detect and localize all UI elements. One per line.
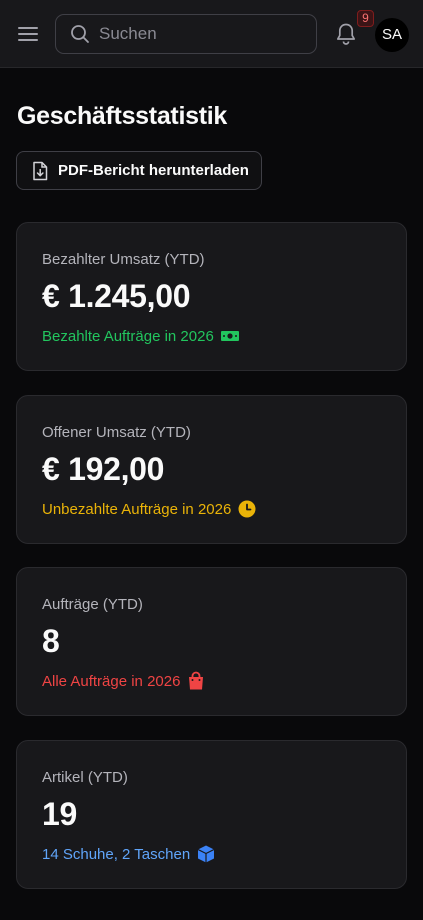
stat-card-label: Artikel (YTD)	[42, 769, 128, 786]
search-icon	[69, 23, 91, 45]
download-pdf-label: PDF-Bericht herunterladen	[58, 162, 249, 179]
stat-card-subtitle: 14 Schuhe, 2 Taschen	[42, 845, 191, 863]
file-download-icon	[31, 161, 49, 181]
stat-card-subtitle-row: Unbezahlte Aufträge in 2026	[42, 499, 257, 519]
clock-icon	[237, 499, 257, 519]
stat-card-open-revenue: Offener Umsatz (YTD) € 192,00 Unbezahlte…	[16, 395, 407, 544]
stat-card-subtitle-row: 14 Schuhe, 2 Taschen	[42, 844, 216, 864]
stat-card-subtitle: Alle Aufträge in 2026	[42, 672, 181, 690]
stat-card-label: Bezahlter Umsatz (YTD)	[42, 251, 205, 268]
stat-card-subtitle: Bezahlte Aufträge in 2026	[42, 327, 214, 345]
download-pdf-button[interactable]: PDF-Bericht herunterladen	[16, 151, 262, 190]
hamburger-menu-icon[interactable]	[14, 20, 42, 48]
stat-card-value: 19	[42, 796, 77, 832]
avatar[interactable]: SA	[375, 18, 409, 52]
bell-icon[interactable]	[332, 20, 360, 48]
stat-card-subtitle-row: Bezahlte Aufträge in 2026	[42, 326, 240, 346]
package-icon	[196, 844, 216, 864]
stat-card-label: Aufträge (YTD)	[42, 596, 143, 613]
stat-card-items: Artikel (YTD) 19 14 Schuhe, 2 Taschen	[16, 740, 407, 889]
stat-card-orders: Aufträge (YTD) 8 Alle Aufträge in 2026	[16, 567, 407, 716]
search-box[interactable]	[55, 14, 317, 54]
stat-card-value: € 1.245,00	[42, 278, 191, 314]
money-icon	[220, 326, 240, 346]
stat-card-paid-revenue: Bezahlter Umsatz (YTD) € 1.245,00 Bezahl…	[16, 222, 407, 371]
stat-card-value: € 192,00	[42, 451, 165, 487]
shopping-bag-icon	[186, 671, 206, 691]
stat-card-subtitle-row: Alle Aufträge in 2026	[42, 671, 206, 691]
top-bar: 9 SA	[0, 0, 423, 68]
page-title: Geschäftsstatistik	[17, 102, 227, 130]
notification-badge: 9	[357, 10, 374, 27]
search-input[interactable]	[99, 24, 299, 44]
stat-card-value: 8	[42, 623, 60, 659]
stat-card-subtitle: Unbezahlte Aufträge in 2026	[42, 500, 232, 518]
stat-card-label: Offener Umsatz (YTD)	[42, 424, 191, 441]
